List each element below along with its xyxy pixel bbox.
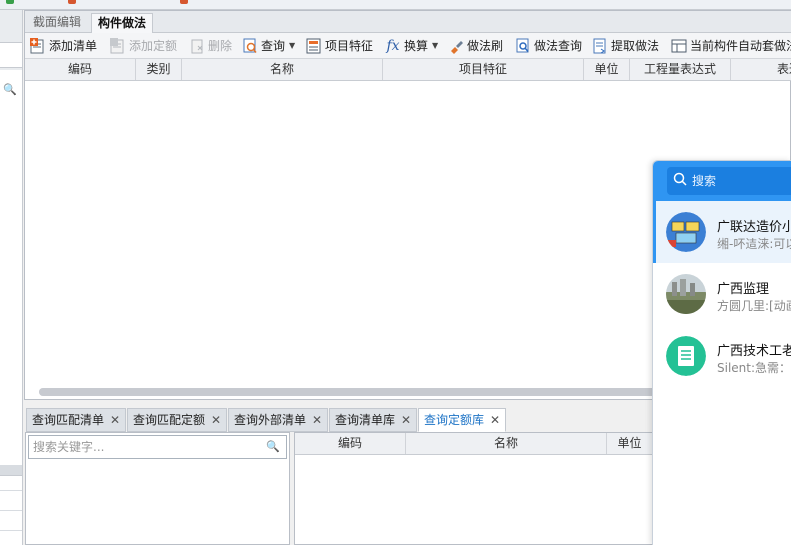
project-feature-button[interactable]: 项目特征: [306, 37, 373, 55]
column-header-code[interactable]: 编码: [25, 59, 136, 80]
contact-search-placeholder: 搜索: [692, 174, 717, 188]
contact-item[interactable]: 广西技术工老 Silent:急需：中: [653, 325, 791, 387]
query-label: 查询: [261, 39, 286, 53]
left-panel-tree: [0, 70, 22, 465]
delete-icon: [189, 38, 205, 54]
add-list-button[interactable]: 添加清单: [30, 37, 97, 55]
add-list-label: 添加清单: [49, 39, 98, 53]
column-header-expression-2[interactable]: 表达: [731, 59, 791, 80]
tab-component-method[interactable]: 构件做法: [91, 13, 154, 33]
method-query-icon: [515, 38, 531, 54]
close-icon[interactable]: ✕: [401, 413, 411, 427]
note-avatar-icon: [666, 336, 706, 376]
column-header-name[interactable]: 名称: [182, 59, 383, 80]
tab-label: 查询清单库: [335, 413, 396, 427]
divider: [0, 490, 22, 491]
contact-search-box[interactable]: 搜索: [667, 167, 791, 195]
add-quota-icon: [110, 38, 126, 54]
delete-label: 删除: [208, 39, 233, 53]
photo-avatar-icon: [666, 274, 706, 314]
tab-external-list[interactable]: 查询外部清单 ✕: [228, 408, 329, 432]
scrollbar-thumb[interactable]: [39, 388, 669, 396]
tab-label: 查询定额库: [424, 413, 485, 427]
close-icon[interactable]: ✕: [490, 413, 500, 427]
chevron-down-icon[interactable]: ▼: [432, 37, 438, 55]
extract-method-button[interactable]: 提取做法: [592, 37, 659, 55]
search-icon[interactable]: 🔍: [266, 440, 280, 453]
search-icon: [673, 172, 687, 186]
divider: [0, 530, 22, 531]
contact-last-message: 缃-吥迼涞:可以: [717, 237, 791, 251]
method-brush-label: 做法刷: [467, 39, 504, 53]
add-quota-label: 添加定额: [129, 39, 178, 53]
divider: [0, 510, 22, 511]
query-icon: [242, 38, 258, 54]
project-feature-label: 项目特征: [325, 39, 374, 53]
column-header-unit[interactable]: 单位: [607, 433, 653, 454]
chevron-down-icon[interactable]: ▼: [289, 37, 295, 55]
auto-apply-icon: [671, 38, 687, 54]
tab-label: 查询匹配定额: [133, 413, 206, 427]
contact-name: 广西技术工老: [717, 344, 791, 359]
contact-item[interactable]: 广西监理 方圆几里:[动画: [653, 263, 791, 325]
fx-icon: fx: [386, 38, 400, 54]
quota-tree-panel: 🔍: [25, 432, 290, 545]
toolbar: 添加清单 添加定额 删除 查询 ▼ 项目特征 fx 换算 ▼ 做法刷 做法查询 …: [25, 33, 791, 59]
tab-quota-library[interactable]: 查询定额库 ✕: [418, 408, 507, 432]
method-query-button[interactable]: 做法查询: [515, 37, 582, 55]
add-quota-button[interactable]: 添加定额: [110, 37, 177, 55]
contact-last-message: 方圆几里:[动画: [717, 299, 791, 313]
delete-button[interactable]: 删除: [189, 37, 232, 55]
column-header-code[interactable]: 编码: [295, 433, 406, 454]
tab-label: 查询外部清单: [234, 413, 307, 427]
tab-label: 查询匹配清单: [32, 413, 105, 427]
group-avatar-icon: [666, 212, 706, 252]
contact-item[interactable]: 广联达造价小 缃-吥迼涞:可以: [653, 201, 791, 263]
column-header-expression[interactable]: 工程量表达式: [630, 59, 731, 80]
top-menubar: [0, 0, 791, 10]
brush-icon: [448, 38, 464, 54]
column-header-unit[interactable]: 单位: [584, 59, 630, 80]
auto-apply-method-button[interactable]: 当前构件自动套做法: [671, 37, 791, 55]
tab-match-quota[interactable]: 查询匹配定额 ✕: [127, 408, 228, 432]
add-list-icon: [30, 38, 46, 54]
menubar-fragment-icon: [68, 0, 76, 4]
menubar-fragment-icon: [180, 0, 188, 4]
popup-header: 搜索: [653, 161, 791, 201]
method-brush-button[interactable]: 做法刷: [448, 37, 503, 55]
extract-method-label: 提取做法: [611, 39, 660, 53]
left-panel-divider: [0, 465, 22, 475]
search-icon[interactable]: 🔍: [3, 83, 17, 96]
chat-contact-popup: 搜索 广联达造价小 缃-吥迼涞:可以 广西监理 方圆几里:[动画 广西技术工老 …: [652, 160, 791, 545]
close-icon[interactable]: ✕: [211, 413, 221, 427]
left-panel-header: [0, 42, 22, 68]
tab-match-list[interactable]: 查询匹配清单 ✕: [26, 408, 127, 432]
auto-apply-method-label: 当前构件自动套做法: [690, 39, 791, 53]
project-feature-icon: [306, 38, 322, 54]
conversion-button[interactable]: fx 换算 ▼: [385, 37, 438, 55]
column-header-category[interactable]: 类别: [136, 59, 182, 80]
column-header-feature[interactable]: 项目特征: [383, 59, 584, 80]
tab-list-library[interactable]: 查询清单库 ✕: [329, 408, 418, 432]
menubar-fragment-icon: [6, 0, 14, 4]
extract-method-icon: [592, 38, 608, 54]
column-header-name[interactable]: 名称: [406, 433, 607, 454]
contact-last-message: Silent:急需：中: [717, 361, 791, 375]
tab-section-edit[interactable]: 截面编辑: [27, 13, 87, 33]
query-button[interactable]: 查询 ▼: [242, 37, 295, 55]
conversion-label: 换算: [404, 39, 429, 53]
keyword-search-box: 🔍: [28, 435, 287, 459]
method-query-label: 做法查询: [534, 39, 583, 53]
main-tabbar: 截面编辑 构件做法: [25, 11, 791, 33]
left-panel-strip: 🔍: [0, 10, 23, 545]
contact-name: 广西监理: [717, 282, 770, 297]
contact-name: 广联达造价小: [717, 220, 791, 235]
method-grid-header: 编码 类别 名称 项目特征 单位 工程量表达式 表达: [25, 59, 791, 81]
keyword-search-input[interactable]: [33, 437, 263, 457]
selection-indicator: [653, 201, 656, 263]
close-icon[interactable]: ✕: [110, 413, 120, 427]
close-icon[interactable]: ✕: [312, 413, 322, 427]
